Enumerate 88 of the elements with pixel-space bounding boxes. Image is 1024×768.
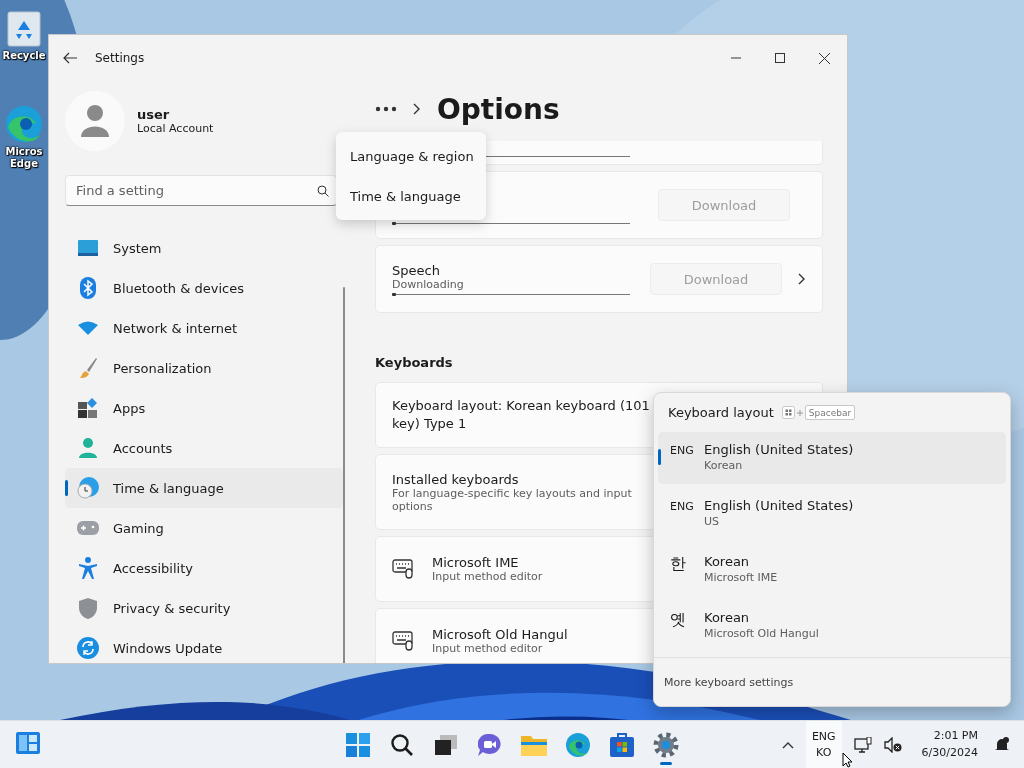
- icon-label: Micros Edge: [4, 146, 44, 169]
- notification-bell-icon[interactable]: [994, 736, 1010, 753]
- window-title: Settings: [95, 51, 145, 65]
- layout-name: Korean: [704, 459, 744, 472]
- feature-title: Speech: [392, 263, 441, 278]
- widgets-icon[interactable]: [16, 731, 40, 754]
- layout-name: Microsoft IME: [704, 571, 778, 584]
- keyboard-layout-text: Keyboard layout: Korean keyboard (101 key) Type 1: [392, 396, 651, 433]
- language-name: Korean: [704, 610, 751, 625]
- shield-icon: [79, 597, 97, 619]
- monitor-icon[interactable]: [853, 736, 872, 753]
- back-arrow-icon[interactable]: [63, 52, 77, 64]
- language-code: ENG: [670, 499, 692, 513]
- keyboard-name: Microsoft Old Hangul: [432, 627, 568, 642]
- close-icon[interactable]: [819, 52, 830, 64]
- nav-item[interactable]: Windows Update: [65, 628, 343, 663]
- layout-name: Microsoft Old Hangul: [704, 627, 819, 640]
- scrollbar[interactable]: [343, 287, 345, 663]
- language-name: English (United States): [704, 442, 854, 457]
- maximize-icon[interactable]: [775, 52, 785, 63]
- folder-icon[interactable]: [521, 733, 547, 756]
- search-field[interactable]: Find a setting: [65, 175, 337, 206]
- monitor-icon: [78, 240, 98, 256]
- layout-option[interactable]: 옛 Korean Microsoft Old Hangul: [658, 600, 1006, 652]
- brush-icon: [79, 358, 97, 378]
- layout-name: US: [704, 515, 721, 528]
- menu-item[interactable]: Language & region: [340, 136, 482, 176]
- chevron-icon: [413, 103, 421, 115]
- bluetooth-icon: [80, 277, 96, 299]
- nav-item[interactable]: Apps: [65, 388, 343, 428]
- chevron-up-icon[interactable]: [781, 740, 794, 749]
- browser-icon: [4, 104, 44, 144]
- keyboard-icon: [392, 559, 414, 579]
- nav-item[interactable]: Network & internet: [65, 308, 343, 348]
- gamepad-icon: [77, 521, 99, 535]
- nav-item[interactable]: Accessibility: [65, 548, 343, 588]
- clock[interactable]: 2:01 PM 6/30/2024: [921, 728, 978, 761]
- keyboard-description: Input method editor: [432, 642, 544, 655]
- globe-clock-icon: [77, 477, 99, 499]
- section-heading: Keyboards: [375, 355, 454, 370]
- language-code: ENG: [670, 443, 692, 457]
- accessibility-icon: [79, 557, 97, 579]
- language-code: 한: [670, 554, 687, 575]
- sync-icon: [77, 637, 99, 659]
- recycle-bin-icon: [6, 10, 42, 48]
- browser-icon[interactable]: [566, 732, 590, 757]
- icon-label: Recycle: [2, 50, 46, 62]
- active-indicator: [660, 762, 672, 765]
- account-type: Local Account: [137, 122, 214, 135]
- keyboard-description: Input method editor: [432, 570, 543, 583]
- language-code: 옛: [670, 610, 687, 631]
- menu-item[interactable]: Time & language: [340, 176, 482, 216]
- gear-icon[interactable]: [653, 731, 679, 758]
- nav-item[interactable]: Personalization: [65, 348, 343, 388]
- language-name: Korean: [704, 554, 751, 569]
- cursor-icon: [842, 752, 854, 768]
- search-icon: [317, 185, 329, 197]
- muted-speaker-icon[interactable]: [883, 736, 902, 753]
- key-label: Spacebar: [804, 405, 856, 420]
- language-name: English (United States): [704, 498, 854, 513]
- more-settings-link[interactable]: More keyboard settings: [664, 675, 794, 689]
- plus-icon: [796, 409, 803, 416]
- nav-item[interactable]: Accounts: [65, 428, 343, 468]
- feature-status: Downloading: [392, 278, 465, 291]
- input-indicator[interactable]: ENG KO: [805, 721, 842, 768]
- task-view-icon[interactable]: [435, 734, 457, 755]
- nav-item[interactable]: Bluetooth & devices: [65, 268, 343, 308]
- store-icon[interactable]: [610, 732, 634, 757]
- wifi-icon: [78, 321, 98, 335]
- nav-item[interactable]: Privacy & security: [65, 588, 343, 628]
- start-icon[interactable]: [346, 732, 370, 757]
- flyout-title: Keyboard layout: [668, 405, 774, 420]
- nav-item[interactable]: System: [65, 228, 343, 268]
- installed-keyboards-description: For language-specific key layouts and input options: [392, 486, 633, 513]
- apps-icon: [78, 398, 98, 418]
- search-icon[interactable]: [390, 732, 414, 757]
- more-icon[interactable]: [375, 106, 397, 112]
- page-title: Options: [437, 92, 560, 126]
- person-icon: [79, 438, 97, 458]
- windows-key-icon: [781, 406, 795, 419]
- chat-icon[interactable]: [478, 733, 502, 756]
- nav-item[interactable]: Time & language: [65, 468, 343, 508]
- user-name: user: [137, 107, 171, 122]
- layout-option[interactable]: ENG English (United States) Korean: [658, 432, 1006, 484]
- keyboard-name: Microsoft IME: [432, 555, 520, 570]
- nav-item[interactable]: Gaming: [65, 508, 343, 548]
- installed-keyboards-title: Installed keyboards: [392, 471, 519, 487]
- keyboard-icon: [392, 631, 414, 651]
